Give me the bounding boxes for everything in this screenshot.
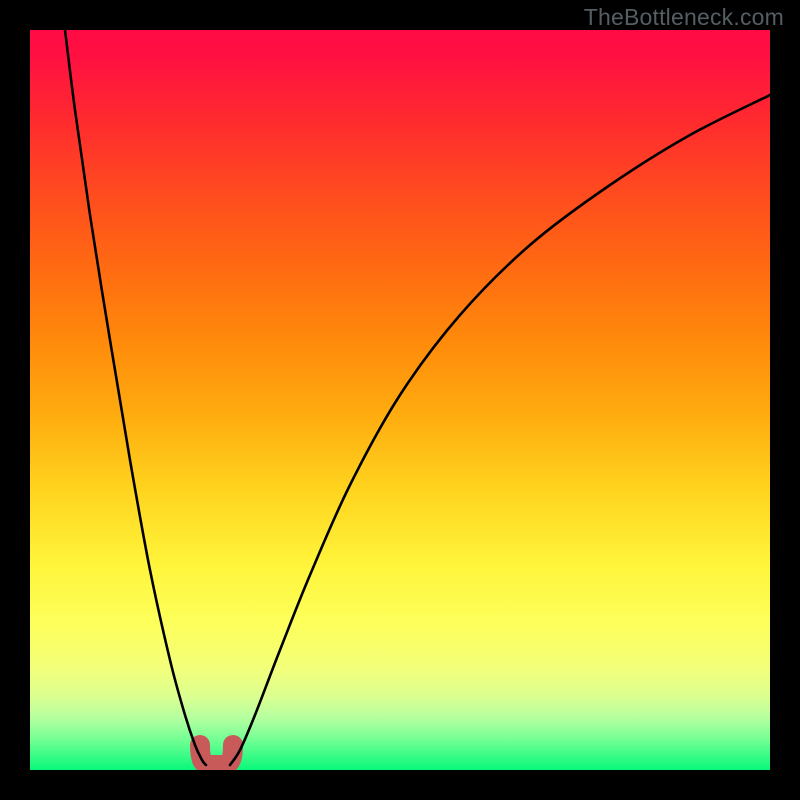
curve-right-branch [230,95,770,765]
watermark-text: TheBottleneck.com [584,4,784,31]
marker-u-shape [200,745,233,765]
chart-frame [30,30,770,770]
curve-left-branch [65,30,206,765]
chart-svg [30,30,770,770]
